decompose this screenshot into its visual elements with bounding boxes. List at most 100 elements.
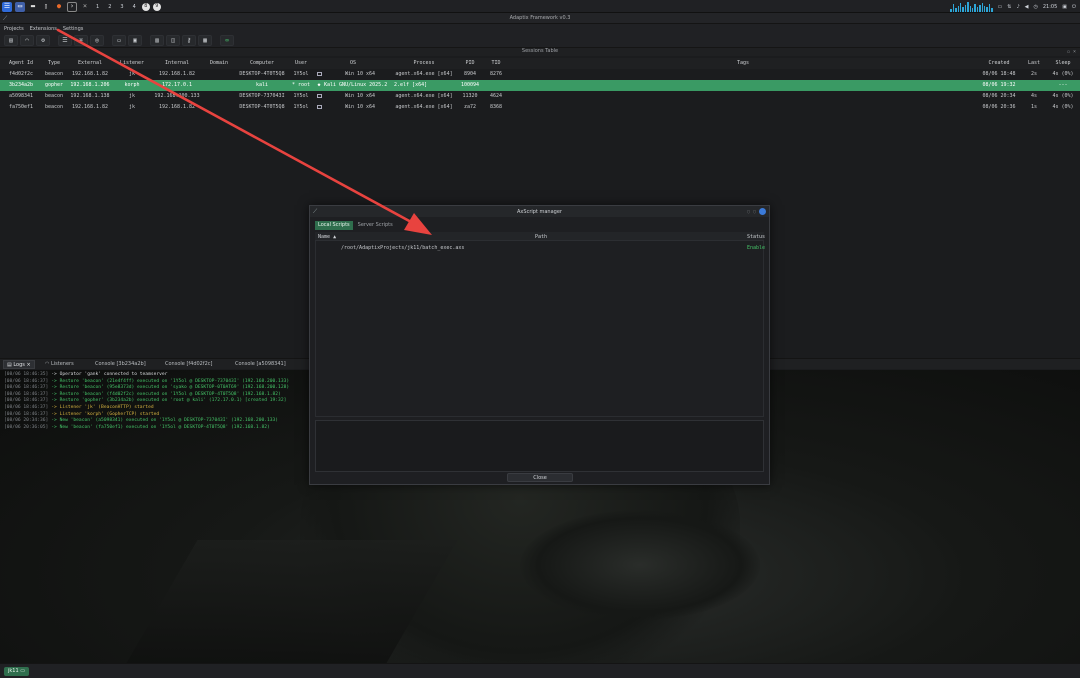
external-ip: 192.168.1.138: [70, 93, 110, 99]
tab-console-f4d02f2c[interactable]: Console [f4d02f2c]: [162, 360, 216, 369]
tab-local-scripts[interactable]: Local Scripts: [315, 221, 353, 230]
os: Win 10 x64: [344, 93, 376, 99]
close-panel-icon[interactable]: ×: [1073, 49, 1076, 55]
taskbar-right: ▭ ⇅ ♪ ◀ ◷ 21:05 ▣ ⏻: [950, 1, 1076, 12]
float-icon[interactable]: ▫: [1067, 49, 1070, 55]
col-tid[interactable]: TID: [486, 60, 506, 66]
badge-9[interactable]: 9: [152, 2, 161, 11]
col-status[interactable]: Status: [747, 234, 765, 240]
menu-bar: Projects Extensions Settings: [0, 24, 1080, 34]
headset-icon[interactable]: ◠: [20, 35, 34, 46]
chat-icon[interactable]: ▭: [112, 35, 126, 46]
col-computer[interactable]: Computer: [236, 60, 288, 66]
bell-icon[interactable]: ♪: [1016, 4, 1019, 10]
tab-close-icon[interactable]: ×: [26, 362, 30, 368]
tab-console-label: Console [a5098341]: [235, 361, 286, 367]
log-line: [08/06 20:34:36] -> New 'beacon' (a509834…: [4, 418, 278, 423]
session-row[interactable]: f4d02f2c beacon 192.168.1.82 jk 192.168.…: [0, 69, 1080, 80]
tab-listeners-label: Listeners: [50, 361, 74, 367]
close-icon[interactable]: ×: [80, 2, 90, 12]
monitor-icon[interactable]: ▭: [998, 4, 1003, 10]
terminal-icon[interactable]: ›: [67, 1, 77, 12]
computer: DESKTOP-737043I: [239, 93, 285, 99]
log-timestamp: [08/06 18:46:37]: [4, 405, 49, 410]
extension-icon[interactable]: ⚙: [36, 35, 50, 46]
workspace-2[interactable]: 2: [105, 4, 114, 10]
network-icon[interactable]: ⇅: [1007, 4, 1011, 10]
col-internal[interactable]: Internal: [152, 60, 202, 66]
agent-id: f4d02f2c: [8, 71, 34, 77]
col-sleep[interactable]: Sleep: [1048, 60, 1078, 66]
col-process[interactable]: Process: [394, 60, 454, 66]
windows-icon: [314, 71, 324, 77]
menu-projects[interactable]: Projects: [4, 26, 24, 32]
downloads-icon[interactable]: ▦: [198, 35, 212, 46]
menu-settings[interactable]: Settings: [63, 26, 84, 32]
col-last[interactable]: Last: [1022, 60, 1046, 66]
workspace-3[interactable]: 3: [117, 4, 126, 10]
col-type[interactable]: Type: [42, 60, 66, 66]
badge-8[interactable]: 8: [141, 2, 150, 11]
sparkline-bar: [991, 7, 993, 12]
linux-icon: ◆: [317, 82, 321, 88]
col-pid[interactable]: PID: [456, 60, 484, 66]
menu-extensions[interactable]: Extensions: [30, 26, 57, 32]
volume-icon[interactable]: ◀: [1025, 4, 1029, 10]
col-agent-id[interactable]: Agent Id: [2, 60, 40, 66]
key-icon[interactable]: ⚷: [182, 35, 196, 46]
col-domain[interactable]: Domain: [204, 60, 234, 66]
credentials-icon[interactable]: ◫: [166, 35, 180, 46]
col-external[interactable]: External: [68, 60, 112, 66]
power-icon[interactable]: ⏻: [1072, 4, 1076, 10]
firefox-icon[interactable]: ●: [54, 2, 64, 12]
dialog-controls: ◌ ◌: [747, 208, 766, 215]
col-os[interactable]: OS: [314, 60, 392, 66]
col-tags[interactable]: Tags: [508, 60, 978, 66]
col-name[interactable]: Name ▲: [318, 234, 336, 240]
project-tab[interactable]: jk11 ▭: [4, 667, 29, 676]
tab-server-scripts[interactable]: Server Scripts: [355, 221, 396, 230]
axscript-manager-dialog: AxScript manager ⟋ ◌ ◌ Local Scripts Ser…: [309, 205, 770, 485]
tab-logs[interactable]: ▤ Logs ×: [3, 360, 35, 369]
session-row-selected[interactable]: 3b234a2b gopher 192.168.1.206 korph 172.…: [0, 80, 1080, 91]
col-created[interactable]: Created: [980, 60, 1018, 66]
computer: DESKTOP-4T0T5Q8: [239, 104, 285, 110]
workspace-1[interactable]: 1: [93, 4, 102, 10]
maximize-icon[interactable]: ◌: [753, 209, 756, 215]
internal-ip: 192.168.1.82: [158, 104, 196, 110]
col-listener[interactable]: Listener: [114, 60, 150, 66]
lock-icon[interactable]: ▣: [1062, 4, 1067, 10]
desktop-icon[interactable]: ▭: [15, 1, 25, 12]
script-row[interactable]: /root/AdaptixProjects/jk11/batch_exec.ax…: [315, 243, 765, 252]
minimize-icon[interactable]: ◌: [747, 209, 750, 215]
internal-ip: 192.168.1.82: [158, 71, 196, 77]
sleep: 4s (0%): [1052, 93, 1074, 99]
close-dialog-icon[interactable]: [759, 208, 766, 215]
link-icon[interactable]: ∞: [220, 35, 234, 46]
col-user[interactable]: User: [290, 60, 312, 66]
tab-console-3b234a2b[interactable]: Console [3b234a2b]: [92, 360, 149, 369]
folder-icon[interactable]: ▬: [28, 2, 38, 12]
script-output[interactable]: [315, 420, 764, 472]
clock-time[interactable]: 21:05: [1043, 4, 1057, 10]
screen-icon[interactable]: ▣: [128, 35, 142, 46]
col-path[interactable]: Path: [535, 234, 547, 240]
logs-icon[interactable]: ▤: [4, 35, 18, 46]
target-icon[interactable]: ◎: [90, 35, 104, 46]
kali-menu-icon[interactable]: ☰: [2, 1, 12, 12]
log-message: -> New 'beacon' (a5098341) executed on '…: [51, 418, 279, 424]
close-button[interactable]: Close: [507, 473, 573, 482]
tab-listeners[interactable]: ◠ Listeners: [42, 360, 77, 369]
session-row[interactable]: fa750ef1 beacon 192.168.1.82 jk 192.168.…: [0, 102, 1080, 113]
graph-icon[interactable]: ⌘: [74, 35, 88, 46]
session-row[interactable]: a5098341 beacon 192.168.1.138 jk 192.168…: [0, 91, 1080, 102]
scripts-list[interactable]: [315, 232, 764, 417]
tab-console-a5098341[interactable]: Console [a5098341]: [232, 360, 289, 369]
tasks-icon[interactable]: ▥: [150, 35, 164, 46]
sessions-table-icon[interactable]: ☰: [58, 35, 72, 46]
workspace-4[interactable]: 4: [130, 4, 139, 10]
app-logo-icon: ⟋: [313, 208, 318, 215]
tab-console-label: Console [f4d02f2c]: [165, 361, 213, 367]
windows-icon: [314, 93, 324, 99]
text-editor-icon[interactable]: ▯: [41, 2, 51, 12]
